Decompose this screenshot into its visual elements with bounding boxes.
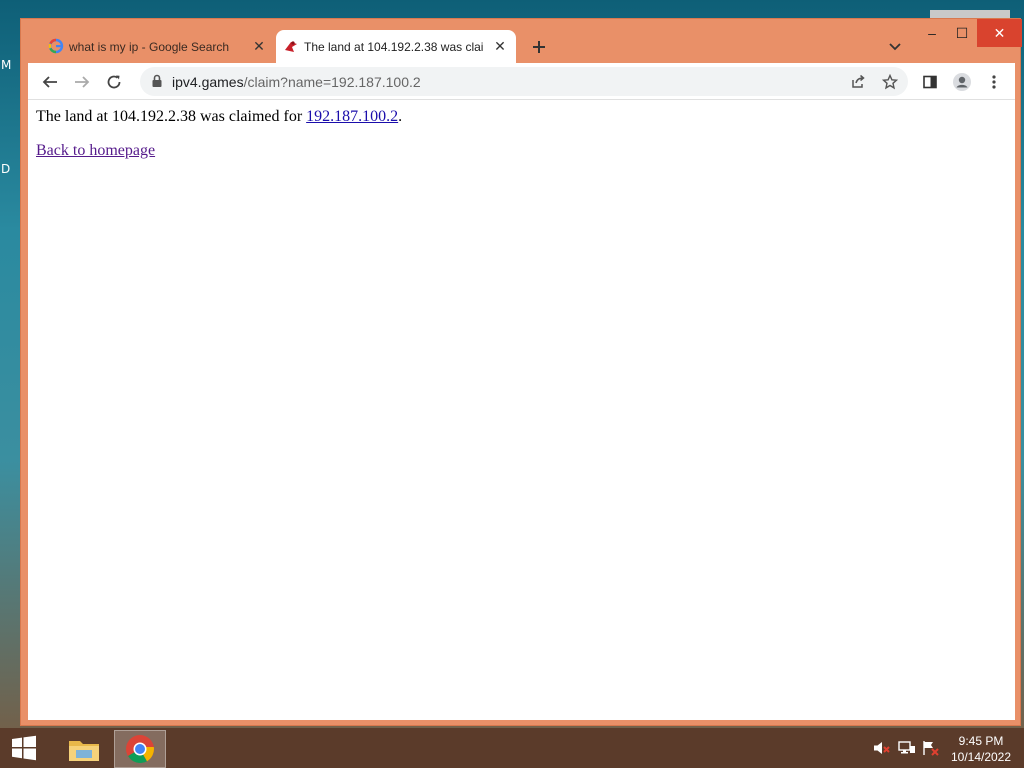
profile-button[interactable] <box>948 68 976 96</box>
more-vertical-icon <box>992 75 996 89</box>
reload-button[interactable] <box>100 68 128 96</box>
browser-window: what is my ip - Google Search ✕ The land… <box>20 18 1022 726</box>
file-explorer-taskbar-button[interactable] <box>58 730 110 768</box>
desktop-icon-label-m: M <box>1 58 12 72</box>
maximize-button[interactable]: ☐ <box>947 19 977 47</box>
url-path: /claim?name=192.187.100.2 <box>243 74 421 90</box>
google-g-icon <box>48 38 64 54</box>
tab-title: The land at 104.192.2.38 was claimed <box>304 39 484 54</box>
menu-button[interactable] <box>980 68 1008 96</box>
claim-message-prefix: The land at 104.192.2.38 was claimed for <box>36 108 307 125</box>
plus-icon <box>533 41 545 53</box>
claim-message: The land at 104.192.2.38 was claimed for… <box>36 108 402 126</box>
side-panel-button[interactable] <box>916 68 944 96</box>
chevron-down-icon <box>889 43 901 51</box>
back-button[interactable] <box>36 68 64 96</box>
taskbar: 9:45 PM 10/14/2022 <box>0 728 1024 768</box>
lock-icon[interactable] <box>150 74 164 88</box>
address-bar[interactable]: ipv4.games/claim?name=192.187.100.2 <box>140 67 908 96</box>
desktop-icon-label-d: D <box>1 162 11 176</box>
tab-title: what is my ip - Google Search <box>69 39 230 54</box>
share-icon <box>852 74 865 88</box>
browser-toolbar: ipv4.games/claim?name=192.187.100.2 <box>28 63 1015 100</box>
folder-icon <box>69 741 99 761</box>
system-clock[interactable]: 9:45 PM 10/14/2022 <box>944 733 1018 765</box>
tab-strip: what is my ip - Google Search ✕ The land… <box>21 19 1022 63</box>
ipv4-games-icon <box>283 38 299 54</box>
action-center-flag-icon[interactable] <box>922 740 940 756</box>
tab-google-search[interactable]: what is my ip - Google Search ✕ <box>41 30 275 63</box>
close-window-button[interactable]: ✕ <box>977 19 1022 47</box>
volume-muted-icon[interactable] <box>873 740 891 756</box>
reload-icon <box>107 75 121 89</box>
clock-time: 9:45 PM <box>958 734 1004 748</box>
avatar-icon <box>953 73 971 91</box>
share-button[interactable] <box>844 68 872 96</box>
network-icon[interactable] <box>898 740 916 756</box>
tab-search-button[interactable] <box>885 37 905 57</box>
side-panel-icon <box>923 75 937 89</box>
page-content: The land at 104.192.2.38 was claimed for… <box>28 100 1015 720</box>
clock-date: 10/14/2022 <box>950 750 1012 764</box>
windows-logo-icon <box>12 735 36 761</box>
claimed-ip-link[interactable]: 192.187.100.2 <box>306 108 398 125</box>
url-text[interactable]: ipv4.games/claim?name=192.187.100.2 <box>172 74 421 90</box>
new-tab-button[interactable] <box>527 35 551 59</box>
star-icon <box>882 74 898 90</box>
url-host: ipv4.games <box>172 74 244 90</box>
arrow-right-icon <box>75 76 90 88</box>
chrome-taskbar-button[interactable] <box>114 730 166 768</box>
minimize-button[interactable]: – <box>917 19 947 47</box>
arrow-left-icon <box>42 76 57 88</box>
forward-button[interactable] <box>68 68 96 96</box>
start-button[interactable] <box>0 728 48 768</box>
back-to-homepage-link[interactable]: Back to homepage <box>36 142 155 159</box>
bookmark-star-button[interactable] <box>876 68 904 96</box>
back-link-container: Back to homepage <box>36 142 155 160</box>
tab-ipv4-claim[interactable]: The land at 104.192.2.38 was claimed ✕ <box>276 30 516 63</box>
close-tab-icon[interactable]: ✕ <box>492 38 508 54</box>
claim-message-suffix: . <box>398 108 403 125</box>
close-tab-icon[interactable]: ✕ <box>251 38 267 54</box>
chrome-icon <box>126 735 154 764</box>
